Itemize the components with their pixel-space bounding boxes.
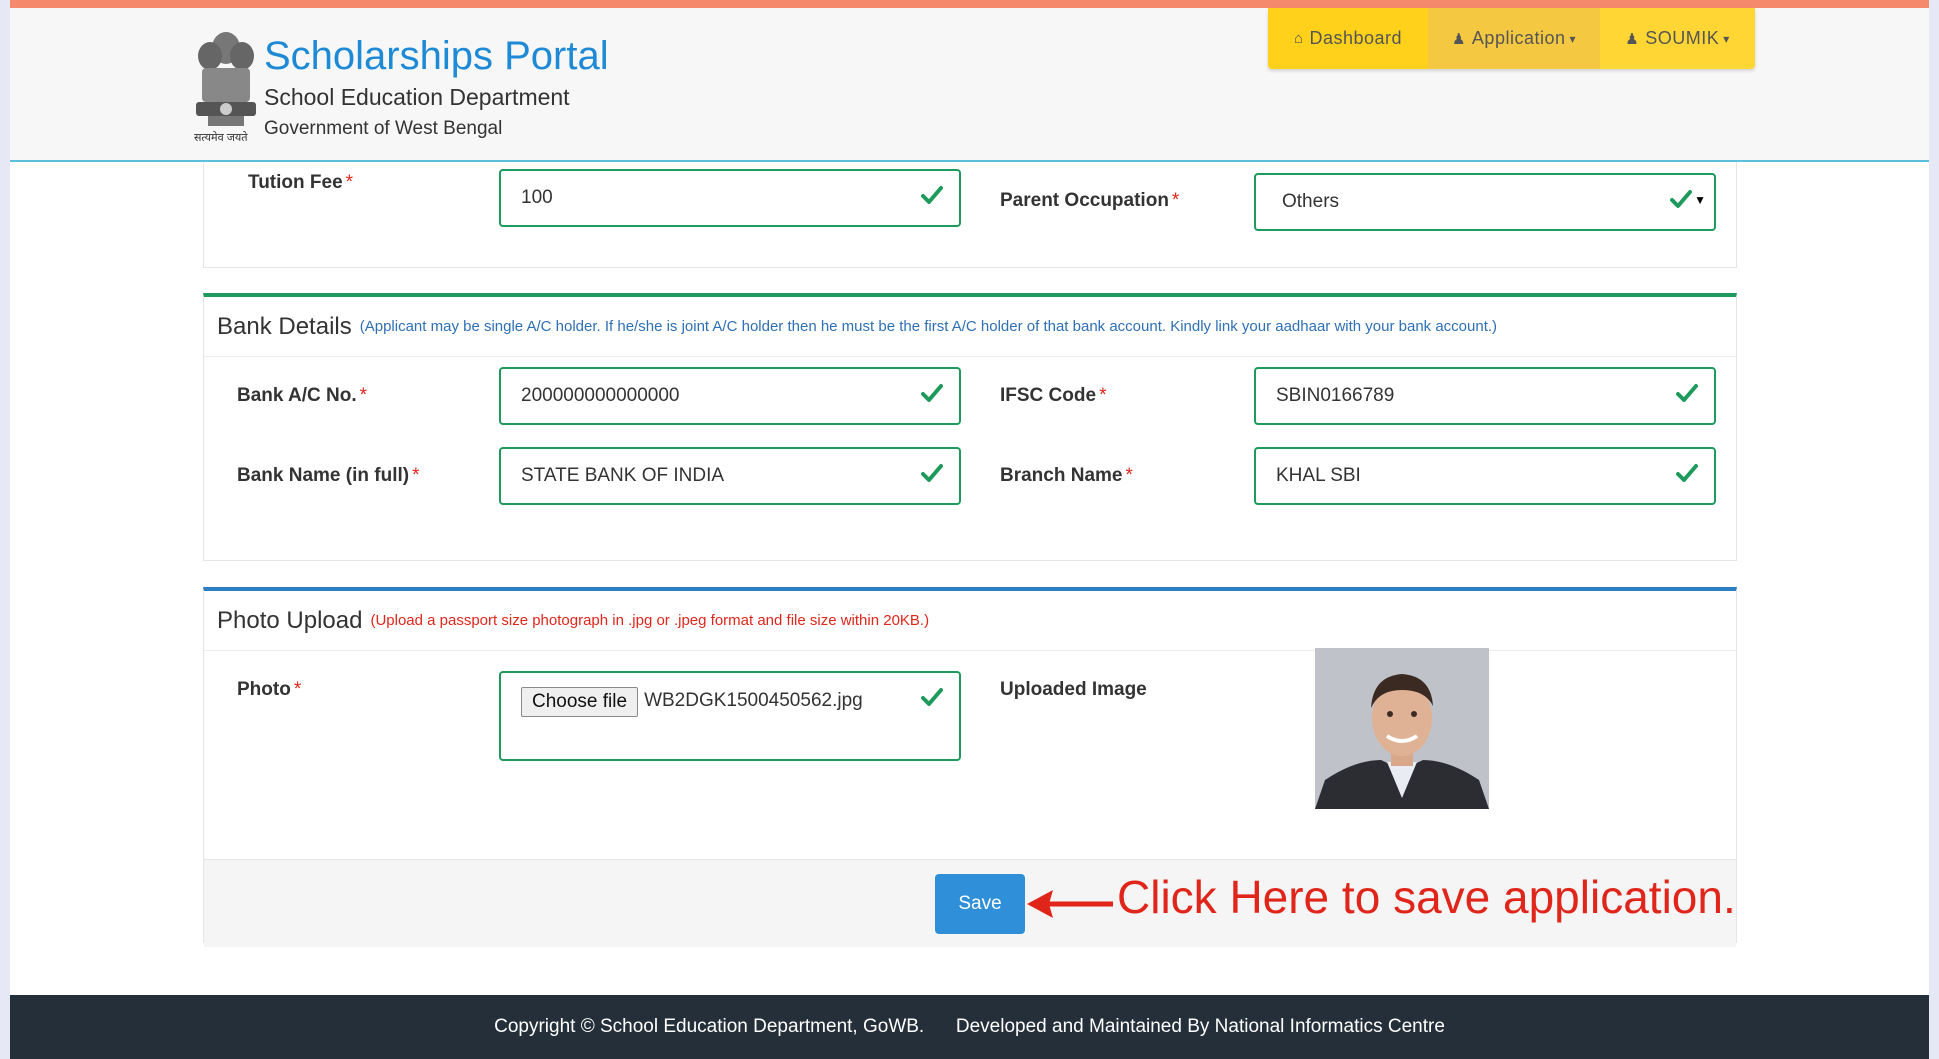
nav-dashboard-label: Dashboard [1309, 28, 1403, 48]
emblem-motto: सत्यमेव जयते [194, 132, 248, 144]
uploaded-photo [1315, 648, 1489, 809]
caret-down-icon: ▾ [1569, 31, 1577, 46]
photo-label: Photo * [237, 679, 302, 700]
branch-name-input[interactable]: KHAL SBI [1254, 447, 1716, 505]
portal-title[interactable]: Scholarships Portal [264, 34, 609, 79]
bank-ac-input[interactable]: 200000000000000 [499, 367, 961, 425]
photo-file-name: WB2DGK1500450562.jpg [644, 690, 863, 711]
top-nav: ⌂ Dashboard ♟ Application ▾ ♟ SOUMIK ▾ [1268, 8, 1755, 69]
branch-name-label: Branch Name * [1000, 465, 1133, 486]
bank-ac-value: 200000000000000 [521, 385, 680, 406]
nav-user-dropdown[interactable]: ♟ SOUMIK ▾ [1600, 8, 1755, 69]
user-icon: ♟ [1625, 30, 1640, 48]
photo-file-input[interactable]: Choose file WB2DGK1500450562.jpg [499, 671, 961, 761]
choose-file-button[interactable]: Choose file [521, 687, 639, 717]
nav-application-dropdown[interactable]: ♟ Application ▾ [1428, 8, 1600, 69]
tution-fee-input[interactable]: 100 [499, 169, 961, 227]
check-icon [1676, 383, 1698, 403]
bank-name-value: STATE BANK OF INDIA [521, 465, 725, 486]
top-accent-line [10, 0, 1929, 8]
parent-occupation-value: Others [1282, 191, 1340, 212]
save-annotation: Click Here to save application. [1117, 871, 1736, 923]
department-name: School Education Department [264, 84, 570, 110]
photo-upload-header: Photo Upload (Upload a passport size pho… [204, 591, 1736, 651]
bank-details-note: (Applicant may be single A/C holder. If … [359, 318, 1498, 335]
footer-developed: Developed and Maintained By National Inf… [955, 1016, 1445, 1037]
branch-name-value: KHAL SBI [1276, 465, 1361, 486]
government-name: Government of West Bengal [264, 118, 503, 139]
uploaded-image-label: Uploaded Image [1000, 679, 1147, 700]
nav-dashboard[interactable]: ⌂ Dashboard [1268, 8, 1428, 69]
site-header: सत्यमेव जयते Scholarships Portal School … [10, 8, 1929, 162]
ifsc-label: IFSC Code * [1000, 385, 1107, 406]
arrow-left-icon [1027, 890, 1113, 918]
home-icon: ⌂ [1293, 30, 1304, 47]
bank-name-label: Bank Name (in full) * [237, 465, 420, 486]
bank-details-header: Bank Details (Applicant may be single A/… [204, 297, 1736, 357]
bank-ac-label: Bank A/C No. * [237, 385, 368, 406]
check-icon [1670, 189, 1692, 209]
photo-upload-note: (Upload a passport size photograph in .j… [370, 612, 930, 629]
ifsc-input[interactable]: SBIN0166789 [1254, 367, 1716, 425]
footer-copyright: Copyright © School Education Department,… [494, 1016, 925, 1037]
fee-panel: Tution Fee * 100 Parent Occupation * Other… [203, 162, 1737, 268]
bank-details-title: Bank Details [217, 312, 352, 340]
page: सत्यमेव जयते Scholarships Portal School … [10, 0, 1929, 1059]
nav-application-label: Application [1471, 28, 1566, 48]
nav-user-label: SOUMIK [1645, 28, 1720, 48]
bank-name-input[interactable]: STATE BANK OF INDIA [499, 447, 961, 505]
caret-down-icon: ▾ [1723, 31, 1730, 46]
tution-fee-label: Tution Fee * [248, 172, 354, 193]
parent-occupation-select[interactable]: Others ▼ [1254, 173, 1716, 231]
photo-upload-title: Photo Upload [217, 606, 363, 634]
site-footer: Copyright © School Education Department,… [10, 995, 1929, 1059]
check-icon [921, 463, 943, 483]
bank-details-panel: Bank Details (Applicant may be single A/… [203, 293, 1737, 561]
form-action-bar: Save Click Here to save application. [204, 859, 1736, 947]
ifsc-value: SBIN0166789 [1276, 385, 1395, 406]
check-icon [921, 185, 943, 205]
user-icon: ♟ [1451, 30, 1466, 48]
dropdown-arrow-icon: ▼ [1694, 193, 1706, 207]
photo-upload-panel: Photo Upload (Upload a passport size pho… [203, 587, 1737, 947]
check-icon [1676, 463, 1698, 483]
check-icon [921, 383, 943, 403]
save-button[interactable]: Save [935, 874, 1025, 934]
tution-fee-value: 100 [521, 187, 553, 208]
parent-occupation-label: Parent Occupation * [1000, 190, 1180, 211]
check-icon [921, 687, 943, 707]
